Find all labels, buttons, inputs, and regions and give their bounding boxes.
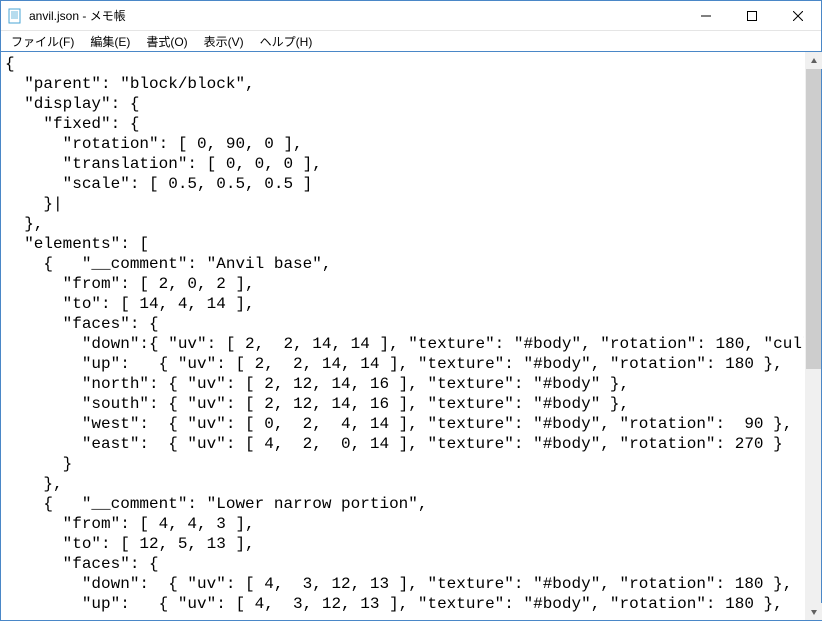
menu-format[interactable]: 書式(O) <box>138 32 195 51</box>
scroll-up-button[interactable] <box>805 52 822 69</box>
scroll-thumb[interactable] <box>806 69 821 369</box>
window-controls <box>683 1 821 30</box>
title-bar: anvil.json - メモ帳 <box>1 1 821 31</box>
menu-file[interactable]: ファイル(F) <box>3 32 82 51</box>
window-title: anvil.json - メモ帳 <box>29 7 126 24</box>
editor-content[interactable]: { "parent": "block/block", "display": { … <box>1 52 804 616</box>
menu-view[interactable]: 表示(V) <box>196 32 252 51</box>
minimize-button[interactable] <box>683 1 729 30</box>
vertical-scrollbar[interactable] <box>804 52 821 620</box>
text-editor[interactable]: { "parent": "block/block", "display": { … <box>1 52 804 620</box>
close-button[interactable] <box>775 1 821 30</box>
menu-help[interactable]: ヘルプ(H) <box>252 32 321 51</box>
scroll-down-button[interactable] <box>805 603 822 620</box>
client-area: { "parent": "block/block", "display": { … <box>1 51 821 620</box>
notepad-icon <box>7 8 23 24</box>
notepad-window: anvil.json - メモ帳 ファイル(F) 編集(E) 書式(O) 表示(… <box>0 0 822 621</box>
maximize-button[interactable] <box>729 1 775 30</box>
menu-bar: ファイル(F) 編集(E) 書式(O) 表示(V) ヘルプ(H) <box>1 31 821 51</box>
menu-edit[interactable]: 編集(E) <box>82 32 138 51</box>
